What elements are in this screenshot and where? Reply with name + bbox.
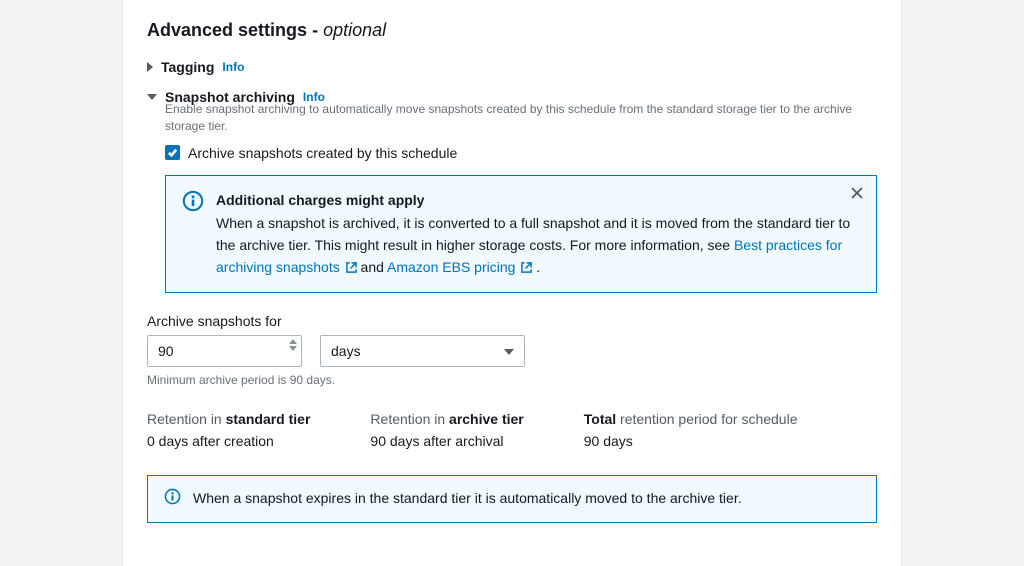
tagging-expander[interactable]: Tagging Info <box>147 59 877 75</box>
archive-for-hint: Minimum archive period is 90 days. <box>147 373 877 387</box>
tagging-label: Tagging <box>161 59 214 75</box>
checkmark-icon <box>167 147 178 158</box>
charges-alert-body: Additional charges might apply When a sn… <box>216 190 860 279</box>
ebs-pricing-link-text: Amazon EBS pricing <box>387 259 515 275</box>
retention-total-suffix: retention period for schedule <box>616 411 797 427</box>
retention-standard-bold: standard tier <box>226 411 311 427</box>
info-icon <box>182 190 204 212</box>
number-spinner <box>289 339 297 351</box>
external-link-icon <box>521 262 532 273</box>
advanced-settings-panel: Advanced settings - optional Tagging Inf… <box>122 0 902 566</box>
ebs-pricing-link[interactable]: Amazon EBS pricing <box>387 259 536 275</box>
archive-checkbox-label: Archive snapshots created by this schedu… <box>188 145 457 161</box>
chevron-down-icon <box>504 349 514 355</box>
close-icon[interactable] <box>850 186 864 200</box>
archive-checkbox[interactable] <box>165 145 180 160</box>
tagging-info-link[interactable]: Info <box>222 60 244 74</box>
auto-move-alert: When a snapshot expires in the standard … <box>147 475 877 523</box>
section-title-dash: - <box>312 20 323 40</box>
retention-total-bold: Total <box>584 411 616 427</box>
charges-alert: Additional charges might apply When a sn… <box>165 175 877 294</box>
retention-archive: Retention in archive tier 90 days after … <box>370 411 523 449</box>
auto-move-alert-text: When a snapshot expires in the standard … <box>193 488 860 510</box>
charges-alert-text-2: and <box>361 259 387 275</box>
chevron-down-icon <box>147 94 157 100</box>
archive-unit-value: days <box>331 343 361 359</box>
retention-summary: Retention in standard tier 0 days after … <box>147 411 877 449</box>
spinner-up-icon[interactable] <box>289 339 297 344</box>
retention-standard: Retention in standard tier 0 days after … <box>147 411 310 449</box>
retention-standard-prefix: Retention in <box>147 411 226 427</box>
archive-for-label: Archive snapshots for <box>147 313 877 329</box>
chevron-right-icon <box>147 62 153 72</box>
info-icon <box>164 488 181 505</box>
archive-for-inputs: 90 days <box>147 335 877 367</box>
spinner-down-icon[interactable] <box>289 346 297 351</box>
archive-checkbox-row: Archive snapshots created by this schedu… <box>165 145 877 161</box>
retention-archive-value: 90 days after archival <box>370 433 523 449</box>
retention-total: Total retention period for schedule 90 d… <box>584 411 798 449</box>
retention-archive-bold: archive tier <box>449 411 524 427</box>
section-title-text: Advanced settings <box>147 20 307 40</box>
external-link-icon <box>346 262 357 273</box>
archive-duration-value: 90 <box>158 343 174 359</box>
charges-alert-text-3: . <box>536 259 540 275</box>
retention-standard-value: 0 days after creation <box>147 433 310 449</box>
archiving-description: Enable snapshot archiving to automatical… <box>165 101 877 135</box>
section-title-optional: optional <box>323 20 386 40</box>
retention-total-value: 90 days <box>584 433 798 449</box>
section-title: Advanced settings - optional <box>147 20 877 41</box>
retention-archive-prefix: Retention in <box>370 411 449 427</box>
archive-duration-input[interactable]: 90 <box>147 335 302 367</box>
charges-alert-title: Additional charges might apply <box>216 190 860 212</box>
archive-unit-select[interactable]: days <box>320 335 525 367</box>
